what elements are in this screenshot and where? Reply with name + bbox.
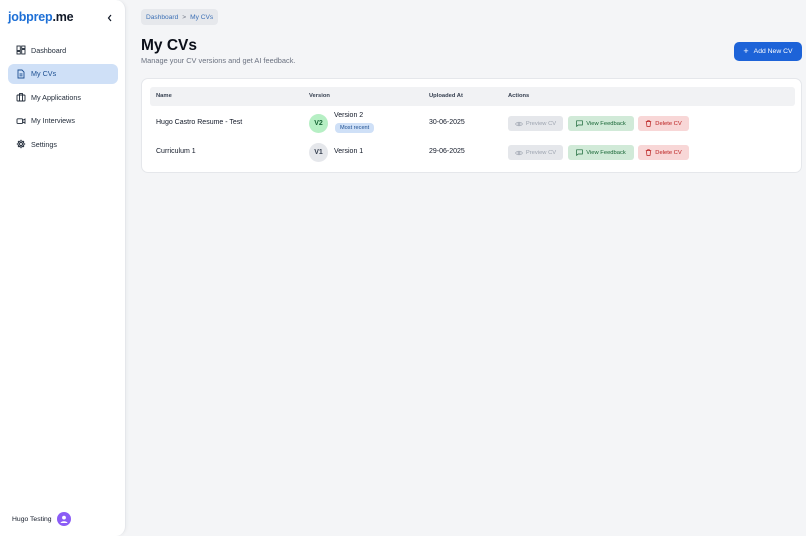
column-header-actions: Actions [508,93,530,99]
chevron-left-icon [107,14,112,22]
video-icon [16,116,26,126]
add-new-cv-button[interactable]: + Add New CV [734,42,802,61]
cv-name: Hugo Castro Resume - Test [156,119,243,126]
delete-cv-button[interactable]: Delete CV [638,116,689,131]
table-row: Curriculum 1 V1 Version 1 29-06-2025 Pre… [150,138,795,166]
breadcrumb: Dashboard > My CVs [141,9,219,25]
user-name: Hugo Testing [12,515,52,523]
table-row: Hugo Castro Resume - Test V2 Version 2 M… [150,109,795,137]
sidebar: jobprep.me Dashboard My CVs My Applicati… [0,0,126,536]
sidebar-nav: Dashboard My CVs My Applications My Inte… [8,40,118,158]
breadcrumb-current: My CVs [190,13,214,21]
most-recent-badge: Most recent [335,123,375,133]
eye-icon [514,121,523,127]
column-header-version: Version [309,93,330,99]
sidebar-item-settings[interactable]: Settings [8,134,118,154]
user-icon [60,515,68,523]
briefcase-icon [16,92,26,102]
collapse-sidebar-button[interactable] [103,11,117,25]
page-subtitle: Manage your CV versions and get AI feedb… [141,56,296,65]
view-feedback-button[interactable]: View Feedback [568,116,634,131]
cv-table-card: Name Version Uploaded At Actions Hugo Ca… [141,78,802,173]
avatar[interactable] [56,512,71,526]
breadcrumb-dashboard[interactable]: Dashboard [146,14,178,21]
plus-icon: + [743,46,749,56]
uploaded-date: 30-06-2025 [429,119,465,126]
table-header: Name Version Uploaded At Actions [150,87,795,106]
sidebar-item-label: Settings [31,139,57,149]
dashboard-icon [16,45,26,55]
column-header-uploaded: Uploaded At [429,93,463,99]
brand-name: jobprep [8,10,53,24]
uploaded-date: 29-06-2025 [429,148,465,155]
sidebar-item-label: My Interviews [31,116,75,126]
cv-name: Curriculum 1 [156,148,196,155]
delete-cv-label: Delete CV [655,120,682,127]
add-new-cv-label: Add New CV [753,48,793,55]
trash-icon [645,120,652,127]
message-icon [576,149,583,156]
preview-cv-label: Preview CV [525,120,557,127]
delete-cv-button[interactable]: Delete CV [638,145,689,160]
preview-cv-button[interactable]: Preview CV [508,116,563,131]
breadcrumb-separator: > [182,13,187,21]
eye-icon [514,150,523,156]
sidebar-item-label: My Applications [31,92,81,102]
delete-cv-label: Delete CV [655,149,682,156]
sidebar-item-my-applications[interactable]: My Applications [8,87,118,107]
view-feedback-label: View Feedback [586,120,626,127]
trash-icon [645,149,652,156]
brand-logo[interactable]: jobprep.me [8,10,74,24]
sidebar-item-label: Dashboard [31,45,67,55]
page-title: My CVs [141,37,197,54]
sidebar-item-dashboard[interactable]: Dashboard [8,40,118,60]
version-badge: V1 [309,143,328,162]
column-header-name: Name [156,93,172,99]
gear-icon [16,139,26,149]
document-icon [16,69,26,79]
user-profile[interactable]: Hugo Testing [12,512,71,526]
view-feedback-button[interactable]: View Feedback [568,145,634,160]
sidebar-item-my-cvs[interactable]: My CVs [8,63,118,84]
version-label: Version 2 [334,112,364,119]
brand-domain: .me [52,10,74,24]
message-icon [576,120,583,127]
view-feedback-label: View Feedback [586,149,626,156]
sidebar-item-my-interviews[interactable]: My Interviews [8,111,118,131]
preview-cv-label: Preview CV [525,149,557,156]
version-label: Version 1 [334,148,364,155]
sidebar-item-label: My CVs [31,69,57,79]
preview-cv-button[interactable]: Preview CV [508,145,563,160]
version-badge: V2 [309,114,328,133]
